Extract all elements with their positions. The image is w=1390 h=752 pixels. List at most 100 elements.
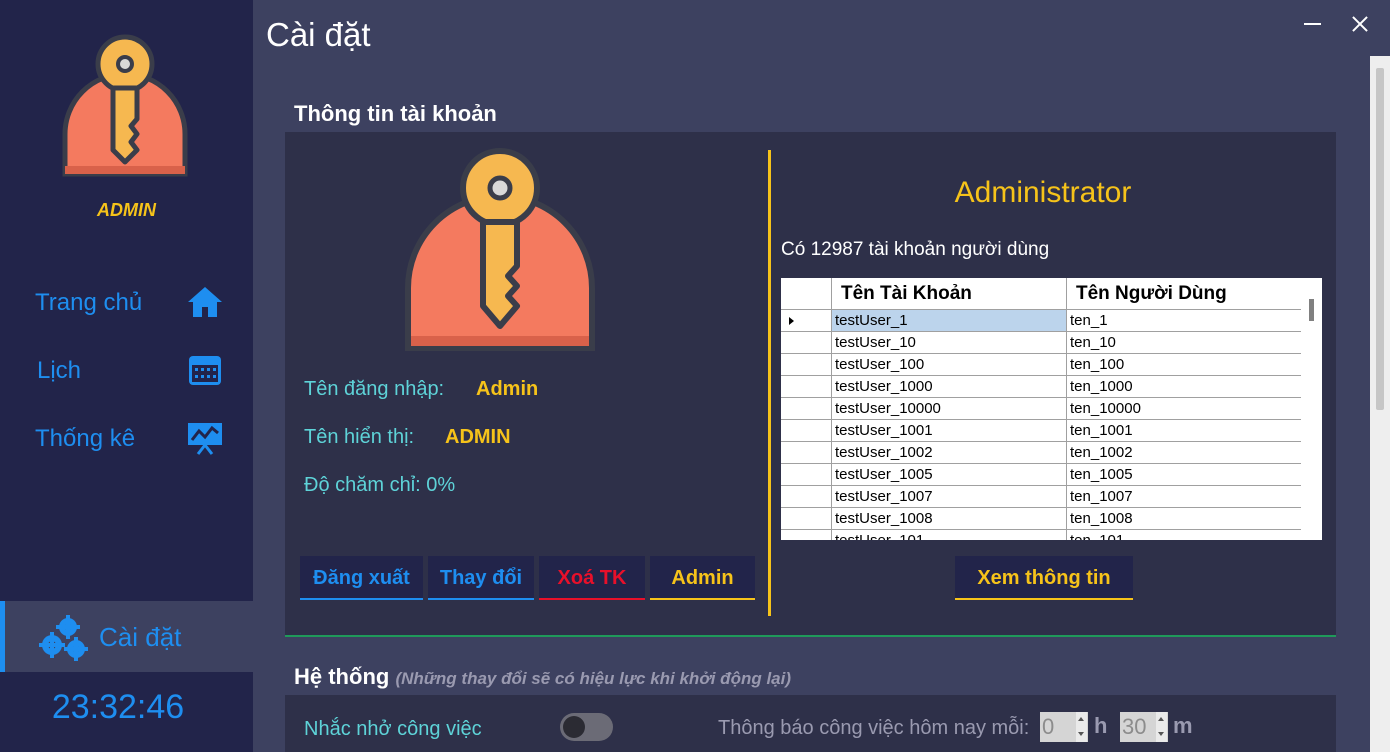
view-info-button[interactable]: Xem thông tin xyxy=(955,556,1133,600)
close-button[interactable] xyxy=(1345,8,1375,38)
username-cell[interactable]: ten_1 xyxy=(1066,309,1302,332)
system-title-text: Hệ thống xyxy=(294,664,390,689)
toggle-knob xyxy=(563,716,585,738)
clock: 23:32:46 xyxy=(51,688,185,726)
admin-key-logo xyxy=(62,34,188,177)
account-cell[interactable]: testUser_1001 xyxy=(831,419,1067,442)
table-row[interactable]: testUser_1008 ten_1008 xyxy=(781,507,1302,530)
row-header-cell[interactable] xyxy=(781,375,832,398)
minutes-spinner-arrows[interactable] xyxy=(1156,712,1167,742)
calendar-icon xyxy=(189,356,221,385)
hours-unit: h xyxy=(1094,713,1108,738)
username-cell[interactable]: ten_1005 xyxy=(1066,463,1302,486)
hours-spinner[interactable]: 0 xyxy=(1040,712,1088,742)
account-cell[interactable]: testUser_100 xyxy=(831,353,1067,376)
diligence-label: Độ chăm chỉ: 0% xyxy=(304,474,456,496)
delete-account-button[interactable]: Xoá TK xyxy=(539,556,645,600)
home-icon xyxy=(188,287,222,317)
nav-label-settings: Cài đặt xyxy=(99,622,182,652)
username-cell[interactable]: ten_10 xyxy=(1066,331,1302,354)
nav-item-calendar[interactable]: Lịch xyxy=(0,345,253,395)
minimize-button[interactable] xyxy=(1298,8,1328,38)
account-cell[interactable]: testUser_1000 xyxy=(831,375,1067,398)
table-row[interactable]: testUser_1002 ten_1002 xyxy=(781,441,1302,464)
row-header-cell[interactable] xyxy=(781,507,832,530)
vertical-divider xyxy=(768,150,771,616)
username-cell[interactable]: ten_1002 xyxy=(1066,441,1302,464)
minutes-value: 30 xyxy=(1122,714,1147,739)
row-header-cell[interactable] xyxy=(781,463,832,486)
page-scrollbar-thumb[interactable] xyxy=(1376,68,1384,410)
table-scrollbar-thumb[interactable] xyxy=(1309,299,1314,321)
active-indicator xyxy=(0,601,5,672)
row-header-cell[interactable] xyxy=(781,331,832,354)
username-cell[interactable]: ten_100 xyxy=(1066,353,1302,376)
username-cell[interactable]: ten_1008 xyxy=(1066,507,1302,530)
current-row-arrow-icon xyxy=(789,317,794,325)
table-row[interactable]: testUser_1005 ten_1005 xyxy=(781,463,1302,486)
column-header-username[interactable]: Tên Người Dùng xyxy=(1066,278,1302,310)
table-row[interactable]: testUser_1001 ten_1001 xyxy=(781,419,1302,442)
chart-board-icon xyxy=(188,423,222,455)
user-count-text: Có 12987 tài khoản người dùng xyxy=(781,239,1050,260)
nav-item-statistics[interactable]: Thống kê xyxy=(0,413,253,463)
admin-button[interactable]: Admin xyxy=(650,556,755,600)
row-header-corner xyxy=(781,278,832,310)
change-button[interactable]: Thay đổi xyxy=(428,556,534,600)
account-cell[interactable]: testUser_10 xyxy=(831,331,1067,354)
nav-label-home: Trang chủ xyxy=(35,289,143,316)
username-cell[interactable]: ten_10000 xyxy=(1066,397,1302,420)
row-header-cell[interactable] xyxy=(781,529,832,540)
account-cell[interactable]: testUser_101 xyxy=(831,529,1067,540)
table-row[interactable]: testUser_1000 ten_1000 xyxy=(781,375,1302,398)
row-header-cell[interactable] xyxy=(781,309,832,332)
table-row[interactable]: testUser_100 ten_100 xyxy=(781,353,1302,376)
sidebar: ADMIN Trang chủ Lịch Thống kê Cài đặt 23… xyxy=(0,0,253,752)
row-header-cell[interactable] xyxy=(781,419,832,442)
notify-interval-label: Thông báo công việc hôm nay mỗi: xyxy=(718,717,1030,739)
table-row[interactable]: testUser_1 ten_1 xyxy=(781,309,1302,332)
nav-label-calendar: Lịch xyxy=(37,357,82,384)
table-row[interactable]: testUser_10000 ten_10000 xyxy=(781,397,1302,420)
row-header-cell[interactable] xyxy=(781,353,832,376)
row-header-cell[interactable] xyxy=(781,397,832,420)
system-section-title: Hệ thống (Những thay đổi sẽ có hiệu lực … xyxy=(294,664,791,690)
account-cell[interactable]: testUser_1 xyxy=(831,309,1067,332)
page-title: Cài đặt xyxy=(266,16,371,53)
system-note: (Những thay đổi sẽ có hiệu lực khi khởi … xyxy=(395,669,792,688)
admin-title: Administrator xyxy=(954,176,1132,209)
logout-button[interactable]: Đăng xuất xyxy=(300,556,423,600)
section-divider xyxy=(285,635,1336,637)
username-cell[interactable]: ten_1007 xyxy=(1066,485,1302,508)
account-section-title: Thông tin tài khoản xyxy=(294,101,497,126)
nav-item-settings[interactable]: Cài đặt xyxy=(0,601,253,672)
users-table[interactable]: Tên Tài Khoản Tên Người Dùng testUser_1 t… xyxy=(781,278,1322,540)
hours-value: 0 xyxy=(1042,714,1055,739)
nav-item-home[interactable]: Trang chủ xyxy=(0,277,253,327)
account-cell[interactable]: testUser_1005 xyxy=(831,463,1067,486)
table-row[interactable]: testUser_1007 ten_1007 xyxy=(781,485,1302,508)
username-value: Admin xyxy=(476,378,539,400)
username-cell[interactable]: ten_101 xyxy=(1066,529,1302,540)
gears-icon xyxy=(39,615,88,661)
account-cell[interactable]: testUser_10000 xyxy=(831,397,1067,420)
column-header-account[interactable]: Tên Tài Khoản xyxy=(831,278,1067,310)
display-name-value: ADMIN xyxy=(445,426,511,448)
hours-spinner-arrows[interactable] xyxy=(1076,712,1087,742)
row-header-cell[interactable] xyxy=(781,485,832,508)
minutes-unit: m xyxy=(1173,713,1193,738)
table-row[interactable]: testUser_101ten_101 xyxy=(781,529,1302,540)
user-role-label: ADMIN xyxy=(97,200,156,220)
account-cell[interactable]: testUser_1008 xyxy=(831,507,1067,530)
account-cell[interactable]: testUser_1002 xyxy=(831,441,1067,464)
table-row[interactable]: testUser_10 ten_10 xyxy=(781,331,1302,354)
reminder-toggle[interactable] xyxy=(560,713,613,741)
table-header-row: Tên Tài Khoản Tên Người Dùng xyxy=(781,278,1302,310)
username-cell[interactable]: ten_1000 xyxy=(1066,375,1302,398)
users-table-body: Tên Tài Khoản Tên Người Dùng testUser_1 t… xyxy=(781,278,1302,540)
account-cell[interactable]: testUser_1007 xyxy=(831,485,1067,508)
username-cell[interactable]: ten_1001 xyxy=(1066,419,1302,442)
minutes-spinner[interactable]: 30 xyxy=(1120,712,1168,742)
row-header-cell[interactable] xyxy=(781,441,832,464)
username-label: Tên đăng nhập: xyxy=(304,378,445,400)
